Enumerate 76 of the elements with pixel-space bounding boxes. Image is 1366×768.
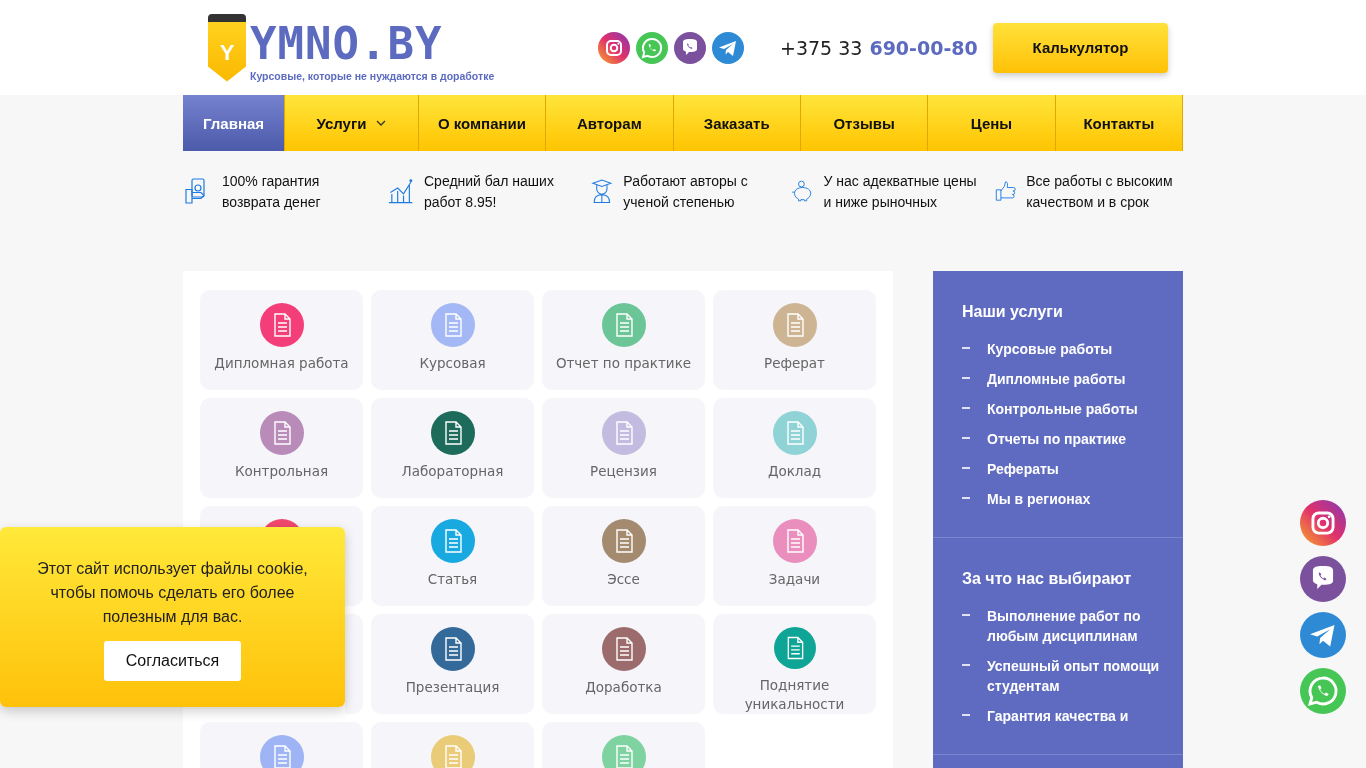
phone-number[interactable]: 690-00-80: [869, 36, 978, 59]
paper-plane-icon[interactable]: [712, 31, 744, 64]
phone-bubble-icon[interactable]: [1300, 556, 1346, 602]
service-label: Статья: [427, 570, 478, 589]
service-card[interactable]: Статья: [371, 506, 534, 606]
sidebar-link[interactable]: Дипломные работы: [987, 369, 1126, 389]
nav-tab[interactable]: Услуги: [285, 95, 419, 151]
service-card[interactable]: Доклад: [713, 398, 876, 498]
dash-icon: [962, 614, 970, 616]
cookie-text: Этот сайт использует файлы cookie, чтобы помочь сделать его более полезным для вас.: [36, 559, 309, 627]
camera-icon[interactable]: [1300, 500, 1346, 546]
service-card[interactable]: Курсовая: [371, 290, 534, 390]
service-label: Эссе: [607, 570, 640, 589]
logo-name: YMNO.BY: [250, 21, 444, 66]
nav-tab[interactable]: Отзывы: [800, 95, 929, 151]
paper-plane-icon[interactable]: [1300, 612, 1346, 658]
dash-icon: [962, 467, 970, 469]
phone-bubble-icon[interactable]: [674, 31, 706, 64]
nav-tab[interactable]: Главная: [183, 95, 286, 151]
sidebar-heading: Наши услуги: [962, 303, 1064, 321]
nav-tab[interactable]: Цены: [928, 95, 1056, 151]
sidebar-link[interactable]: Мы в регионах: [987, 489, 1091, 509]
dash-icon: [962, 437, 970, 439]
feature-text: У нас адекватные цены и ниже рыночных: [823, 172, 978, 212]
service-label: Лабораторная: [401, 462, 504, 481]
camera-icon[interactable]: [598, 31, 630, 64]
service-card[interactable]: Доработка: [542, 614, 705, 714]
sidebar-link[interactable]: Выполнение работ по любым дисциплинам: [987, 606, 1163, 646]
service-card[interactable]: Отчет по практике: [542, 290, 705, 390]
phone-prefix: +375 33: [780, 36, 863, 59]
caret-icon: [376, 120, 387, 126]
service-label: Рецензия: [590, 462, 657, 481]
service-card[interactable]: Эссе: [542, 506, 705, 606]
feature-text: 100% гарантия возврата денег: [222, 172, 322, 212]
sidebar-link[interactable]: Рефераты: [987, 459, 1059, 479]
dash-icon: [962, 714, 970, 716]
feature-text: Средний бал наших работ 8.95!: [424, 172, 555, 212]
service-card[interactable]: Рецензия: [542, 398, 705, 498]
service-label: Доклад: [767, 462, 822, 481]
dash-icon: [962, 497, 970, 499]
sidebar-link[interactable]: Контрольные работы: [987, 399, 1138, 419]
service-label: Доработка: [585, 678, 662, 697]
service-label: Задачи: [768, 570, 821, 589]
sidebar-link[interactable]: Гарантия качества и: [987, 706, 1129, 726]
service-label: Контрольная: [234, 462, 329, 481]
service-label: Презентация: [405, 678, 500, 697]
service-label: Отчет по практике: [555, 354, 692, 373]
dash-icon: [962, 347, 970, 349]
service-card[interactable]: Реферат: [713, 290, 876, 390]
sidebar-link[interactable]: Курсовые работы: [987, 339, 1113, 359]
logo-badge: Y: [208, 13, 246, 82]
agree-button[interactable]: Согласиться: [104, 641, 241, 681]
service-card[interactable]: Контрольная: [200, 398, 363, 498]
service-label: Дипломная работа: [214, 354, 349, 373]
calculator-button[interactable]: Калькулятор: [993, 22, 1168, 73]
nav-tab[interactable]: Заказать: [673, 95, 801, 151]
service-card[interactable]: Задачи: [713, 506, 876, 606]
service-label: Поднятие уникальности: [743, 676, 846, 714]
service-label: Курсовая: [419, 354, 486, 373]
feature-text: Работают авторы с ученой степенью: [623, 172, 749, 212]
dash-icon: [962, 407, 970, 409]
sidebar-link[interactable]: Успешный опыт помощи студентам: [987, 656, 1163, 696]
service-card[interactable]: Поднятие уникальности: [713, 614, 876, 714]
service-card[interactable]: Дипломная работа: [200, 290, 363, 390]
service-card[interactable]: Лабораторная: [371, 398, 534, 498]
nav-tab[interactable]: Контакты: [1055, 95, 1184, 151]
service-card[interactable]: Презентация: [371, 614, 534, 714]
service-label: Реферат: [764, 354, 825, 373]
nav-tab[interactable]: Авторам: [546, 95, 674, 151]
sidebar-link[interactable]: Отчеты по практике: [987, 429, 1127, 449]
dash-icon: [962, 664, 970, 666]
sidebar-heading: За что нас выбирают: [962, 570, 1133, 588]
nav-tab[interactable]: О компании: [418, 95, 547, 151]
dash-icon: [962, 377, 970, 379]
feature-text: Все работы с высоким качеством и в срок: [1026, 172, 1174, 212]
logo-tagline: Курсовые, которые не нуждаются в доработке: [250, 69, 495, 82]
